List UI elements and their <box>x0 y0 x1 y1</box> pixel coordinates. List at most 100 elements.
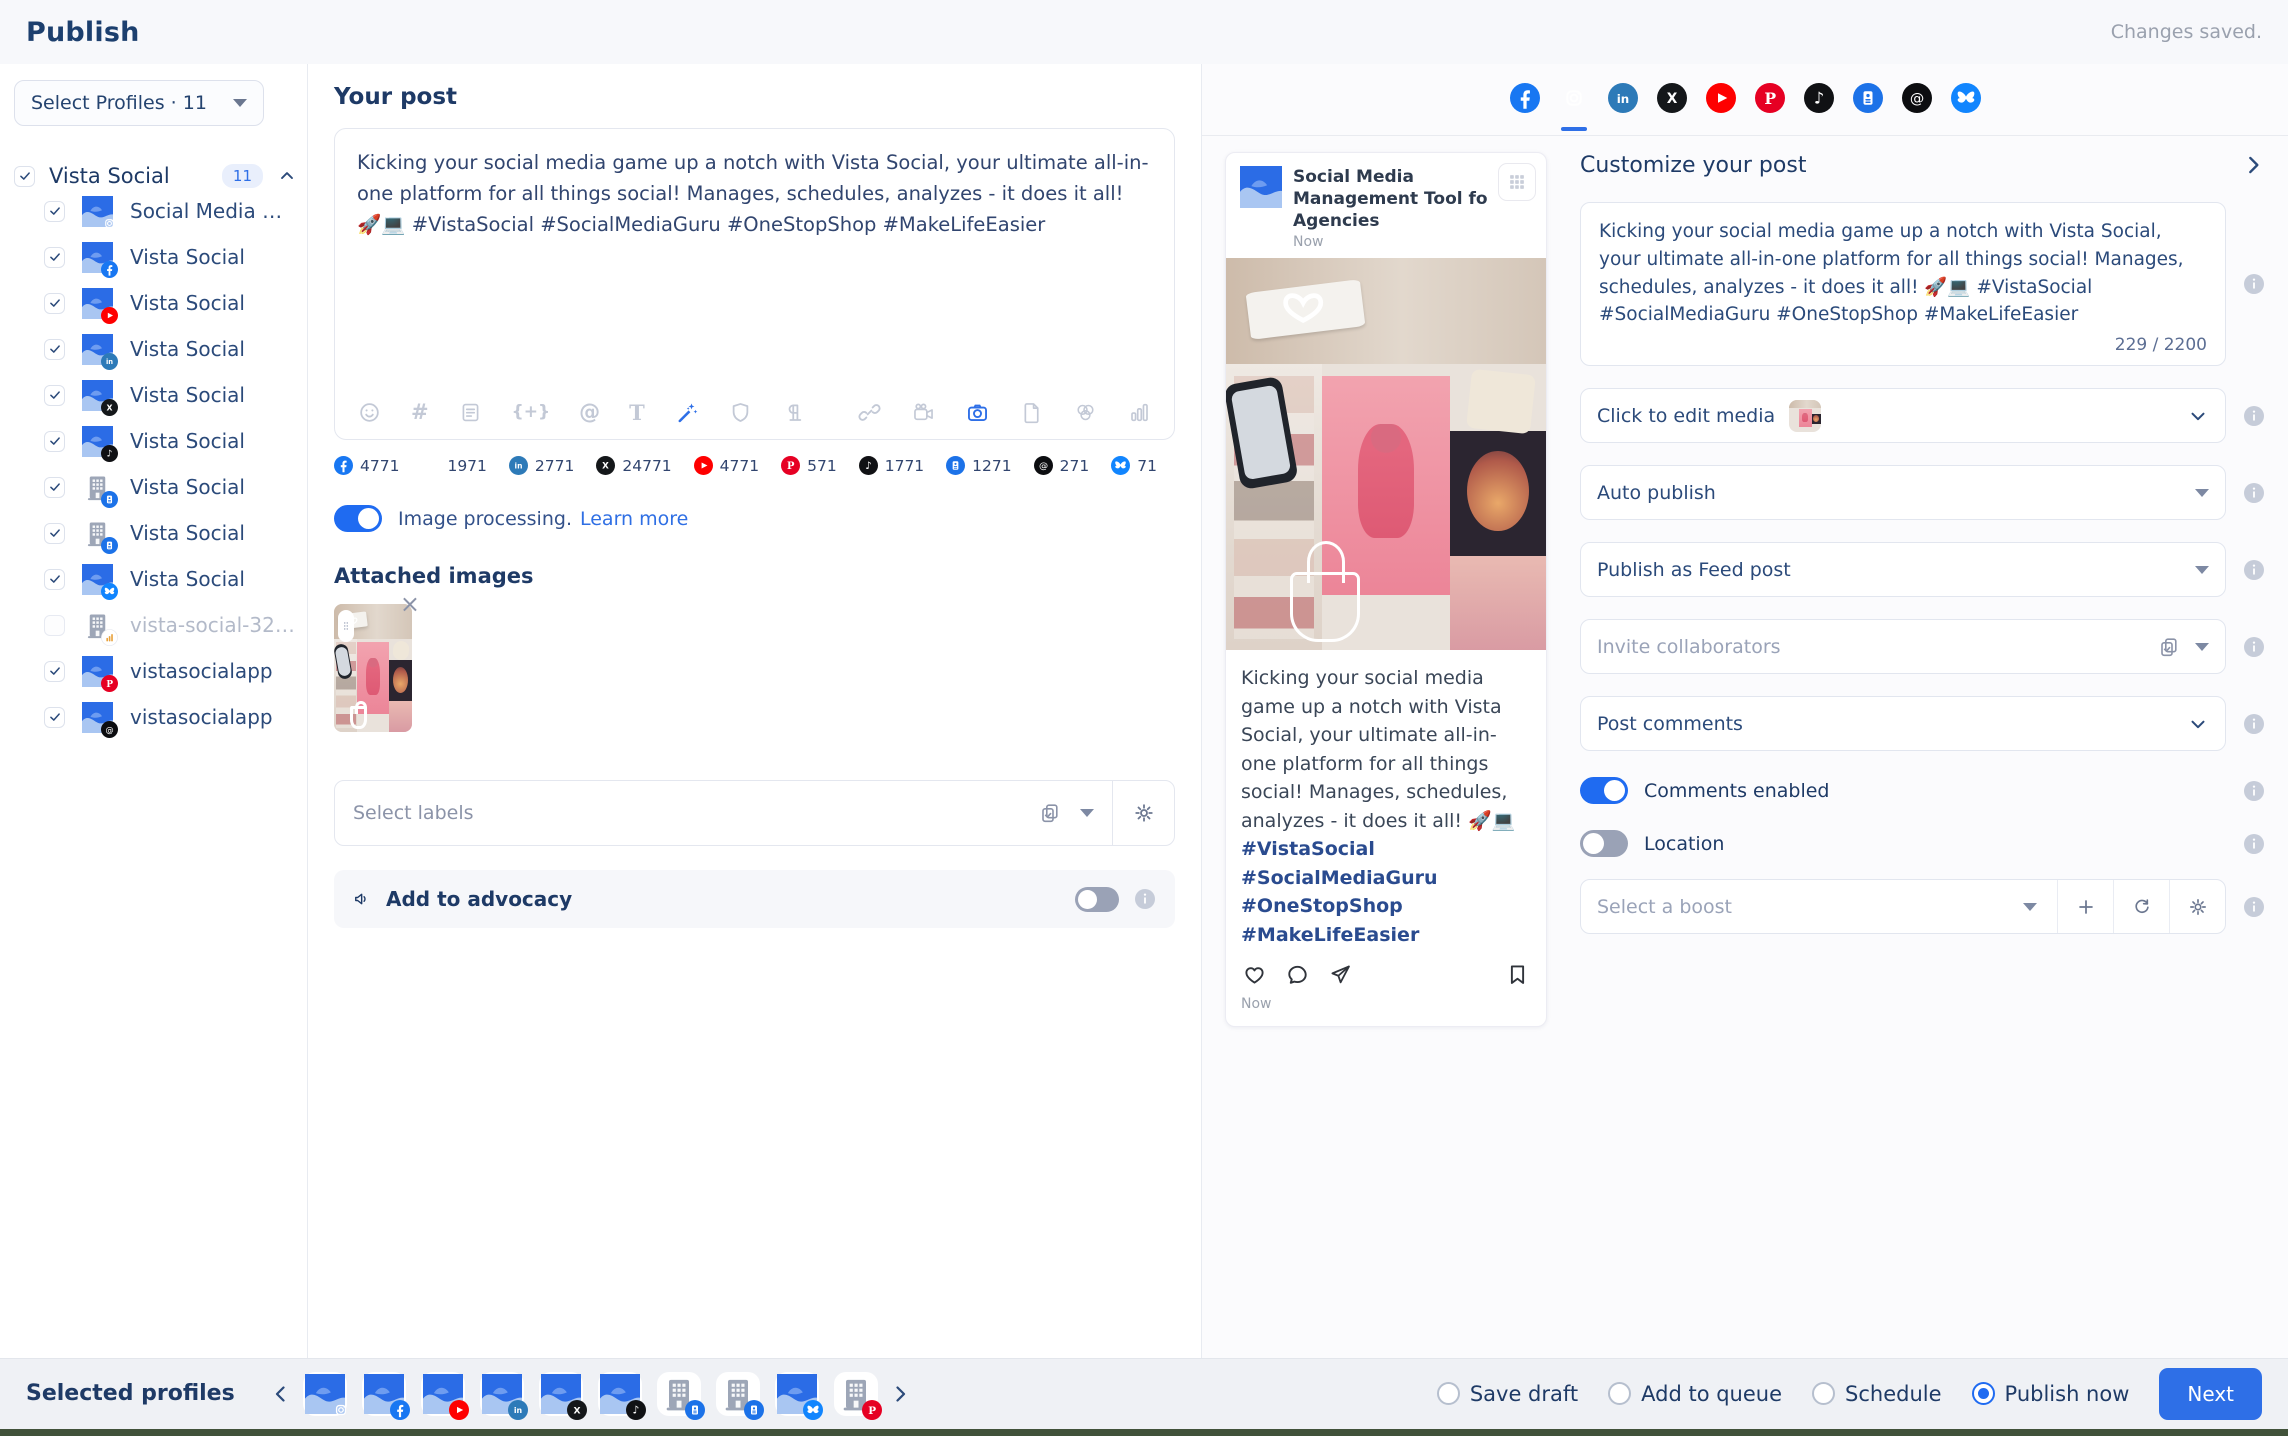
selected-profile-bluesky[interactable] <box>775 1372 819 1416</box>
ai-wand-icon[interactable] <box>674 400 699 425</box>
blend-icon[interactable] <box>1073 400 1098 425</box>
post-editor[interactable]: Kicking your social media game up a notc… <box>334 128 1175 440</box>
selected-profile-google-business[interactable] <box>657 1372 701 1416</box>
profile-row-analytics[interactable]: vista-social-320412 <box>14 602 297 648</box>
document-icon[interactable] <box>1019 400 1044 425</box>
boost-settings-button[interactable] <box>2169 880 2225 933</box>
selected-profile-youtube[interactable] <box>421 1372 465 1416</box>
location-toggle[interactable] <box>1580 830 1628 857</box>
copy-icon[interactable] <box>2157 635 2181 659</box>
profile-checkbox[interactable] <box>44 661 65 682</box>
like-icon[interactable] <box>1241 961 1268 988</box>
tab-youtube[interactable] <box>1706 77 1736 131</box>
camera-icon[interactable] <box>965 400 990 425</box>
profile-checkbox[interactable] <box>44 201 65 222</box>
profile-checkbox[interactable] <box>44 477 65 498</box>
saved-captions-icon[interactable] <box>458 400 483 425</box>
copy-labels-icon[interactable] <box>1038 801 1062 825</box>
comments-enabled-toggle[interactable] <box>1580 777 1628 804</box>
profile-row-pinterest[interactable]: vistasocialapp <box>14 648 297 694</box>
profile-checkbox[interactable] <box>44 247 65 268</box>
profile-checkbox[interactable] <box>44 293 65 314</box>
media-thumbnail[interactable] <box>1789 400 1821 432</box>
bookmark-icon[interactable] <box>1504 961 1531 988</box>
feed-post-select[interactable]: Publish as Feed post <box>1580 542 2226 597</box>
selected-profile-instagram[interactable] <box>303 1372 347 1416</box>
refresh-boost-button[interactable] <box>2113 880 2169 933</box>
expand-panel-icon[interactable] <box>2240 152 2266 178</box>
add-boost-button[interactable] <box>2057 880 2113 933</box>
selected-profile-google-business[interactable] <box>716 1372 760 1416</box>
selected-profile-pinterest[interactable] <box>834 1372 878 1416</box>
profile-group-header[interactable]: Vista Social 11 <box>14 164 297 188</box>
auto-publish-select[interactable]: Auto publish <box>1580 465 2226 520</box>
mention-icon[interactable]: @ <box>579 402 600 423</box>
add-to-queue-option[interactable]: Add to queue <box>1608 1382 1782 1406</box>
select-boost-field[interactable]: Select a boost <box>1580 879 2226 934</box>
share-icon[interactable] <box>1327 961 1354 988</box>
comment-icon[interactable] <box>1284 961 1311 988</box>
advocacy-toggle[interactable] <box>1075 887 1119 912</box>
profile-row-bluesky[interactable]: Vista Social <box>14 556 297 602</box>
publish-now-radio[interactable] <box>1972 1382 1995 1405</box>
variables-icon[interactable]: {+} <box>512 404 550 421</box>
profile-row-google-business[interactable]: Vista Social <box>14 510 297 556</box>
tab-bluesky[interactable] <box>1951 77 1981 131</box>
post-comments-field[interactable]: Post comments <box>1580 696 2226 751</box>
profile-row-youtube[interactable]: Vista Social <box>14 280 297 326</box>
schedule-option[interactable]: Schedule <box>1812 1382 1942 1406</box>
selected-profile-linkedin[interactable] <box>480 1372 524 1416</box>
post-text[interactable]: Kicking your social media game up a notc… <box>357 147 1152 241</box>
customized-caption-box[interactable]: Kicking your social media game up a notc… <box>1580 202 2226 366</box>
profile-checkbox[interactable] <box>44 569 65 590</box>
text-format-icon[interactable]: T <box>629 402 645 423</box>
chevron-up-icon[interactable] <box>277 166 297 186</box>
profile-row-facebook[interactable]: Vista Social <box>14 234 297 280</box>
image-processing-toggle[interactable] <box>334 505 382 532</box>
emoji-icon[interactable] <box>357 400 382 425</box>
shield-icon[interactable] <box>728 400 753 425</box>
profile-checkbox-unchecked[interactable] <box>44 615 65 636</box>
next-button[interactable]: Next <box>2159 1368 2262 1420</box>
save-draft-option[interactable]: Save draft <box>1437 1382 1578 1406</box>
profile-row-linkedin[interactable]: Vista Social <box>14 326 297 372</box>
chevron-down-icon[interactable] <box>2187 713 2209 735</box>
profile-checkbox[interactable] <box>44 339 65 360</box>
tab-tiktok[interactable] <box>1804 77 1834 131</box>
profile-checkbox[interactable] <box>44 707 65 728</box>
profile-row-threads[interactable]: vistasocialapp <box>14 694 297 740</box>
learn-more-link[interactable]: Learn more <box>580 508 688 530</box>
invite-collaborators-field[interactable]: Invite collaborators <box>1580 619 2226 674</box>
tab-linkedin[interactable] <box>1608 77 1638 131</box>
tab-instagram[interactable] <box>1559 77 1589 131</box>
chevron-down-icon[interactable] <box>1080 809 1094 817</box>
profile-row-instagram[interactable]: Social Media Managem... <box>14 188 297 234</box>
remove-image-icon[interactable]: × <box>400 592 420 616</box>
select-labels-field[interactable]: Select labels <box>334 780 1175 846</box>
hashtag-icon[interactable]: # <box>411 402 429 423</box>
tab-facebook[interactable] <box>1510 77 1540 131</box>
profile-checkbox[interactable] <box>44 523 65 544</box>
selected-profile-tiktok[interactable] <box>598 1372 642 1416</box>
labels-settings-button[interactable] <box>1112 781 1174 845</box>
add-to-queue-radio[interactable] <box>1608 1382 1631 1405</box>
chevron-down-icon[interactable] <box>2187 405 2209 427</box>
video-icon[interactable] <box>911 400 936 425</box>
selected-profile-x[interactable] <box>539 1372 583 1416</box>
grid-view-button[interactable] <box>1498 163 1536 201</box>
profile-row-tiktok[interactable]: Vista Social <box>14 418 297 464</box>
tab-pinterest[interactable] <box>1755 77 1785 131</box>
group-checkbox[interactable] <box>14 166 35 187</box>
chart-icon[interactable] <box>1127 400 1152 425</box>
edit-media-field[interactable]: Click to edit media <box>1580 388 2226 443</box>
scroll-left-icon[interactable] <box>269 1382 293 1406</box>
profile-row-google-business[interactable]: Vista Social <box>14 464 297 510</box>
tab-threads[interactable] <box>1902 77 1932 131</box>
profile-checkbox[interactable] <box>44 431 65 452</box>
link-icon[interactable] <box>857 400 882 425</box>
signature-icon[interactable] <box>782 400 807 425</box>
select-profiles-dropdown[interactable]: Select Profiles · 11 <box>14 80 264 126</box>
attached-image-thumbnail[interactable]: × <box>334 604 412 732</box>
drag-handle[interactable] <box>338 610 354 642</box>
save-draft-radio[interactable] <box>1437 1382 1460 1405</box>
